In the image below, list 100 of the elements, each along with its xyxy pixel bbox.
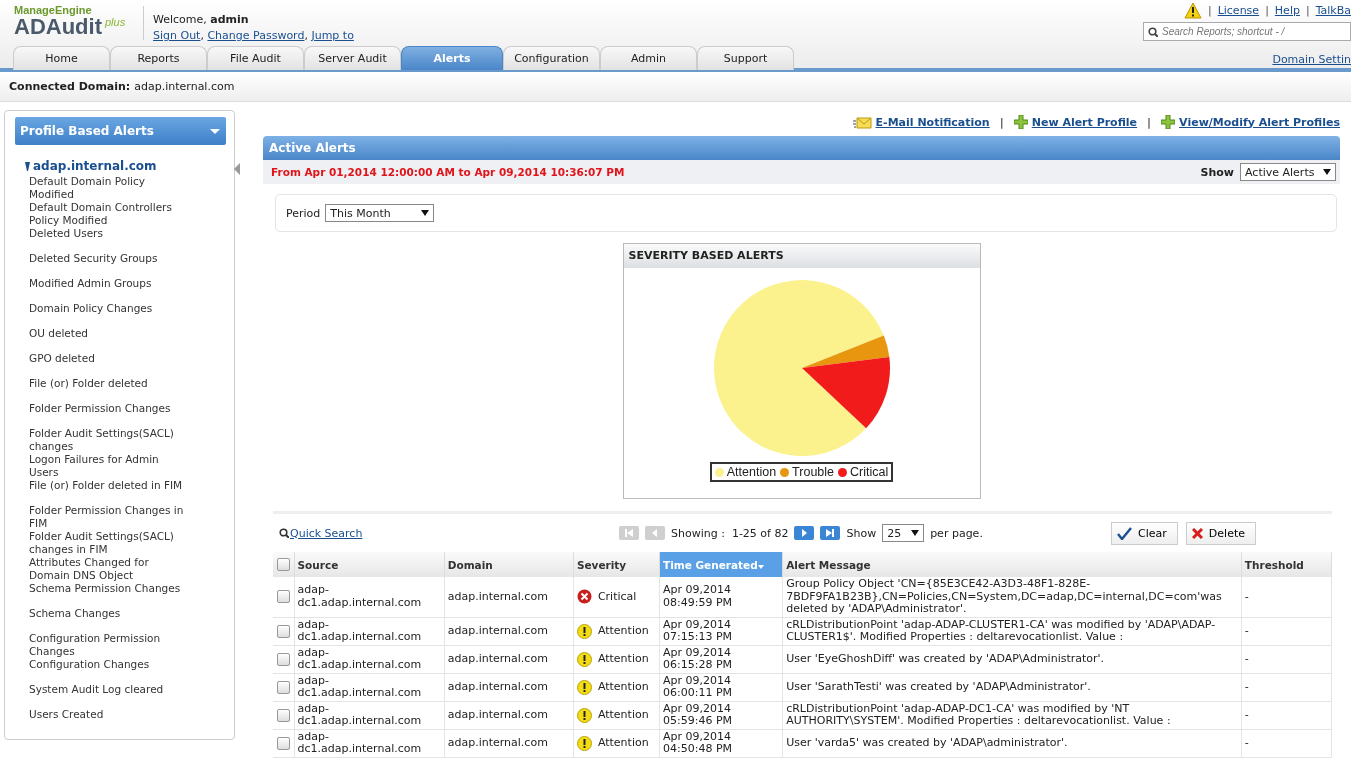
nav-tab[interactable]: Server Audit: [304, 46, 401, 70]
sidebar-item[interactable]: Folder Permission Changes: [29, 402, 189, 427]
period-label: Period: [286, 206, 321, 220]
table-cell: -: [1241, 673, 1332, 701]
sidebar-item[interactable]: Schema Changes: [29, 607, 189, 632]
table-cell: -: [1241, 577, 1332, 617]
search-icon: [279, 528, 289, 538]
period-dropdown[interactable]: This Month: [325, 204, 435, 222]
separator: |: [1265, 4, 1269, 17]
table-cell: -: [1241, 729, 1332, 757]
collapse-icon: [234, 163, 240, 175]
row-checkbox[interactable]: [276, 708, 290, 722]
sidebar-item[interactable]: File (or) Folder deleted: [29, 377, 189, 402]
dropdown-icon: [210, 128, 220, 134]
table-cell: Apr 09,2014 05:59:46 PM: [659, 701, 783, 729]
domain-settings-link[interactable]: Domain Settin: [1272, 53, 1351, 66]
last-page-button[interactable]: [820, 526, 841, 540]
select-all-checkbox[interactable]: [276, 558, 290, 572]
header-link[interactable]: TalkBa: [1315, 4, 1351, 17]
sidebar-item[interactable]: System Audit Log cleared: [29, 683, 189, 708]
clear-button[interactable]: Clear: [1111, 521, 1178, 545]
date-range: From Apr 01,2014 12:00:00 AM to Apr 09,2014 10:36:07 PM: [271, 166, 625, 178]
table-cell: Apr 09,2014 04:50:48 PM: [659, 729, 783, 757]
severity-label: Attention: [597, 736, 649, 750]
table-cell: Apr 09,2014 08:49:59 PM: [659, 577, 783, 617]
legend-label: Trouble: [792, 465, 835, 479]
nav-tab[interactable]: Support: [697, 46, 794, 70]
sidebar-item[interactable]: Modified Admin Groups: [29, 277, 189, 302]
delete-button[interactable]: Delete: [1185, 521, 1256, 545]
separator: |: [1305, 4, 1310, 17]
page-size-dropdown[interactable]: 25: [882, 524, 925, 542]
table-cell: adap.internal.com: [444, 673, 574, 701]
caret-icon: [911, 530, 920, 536]
severity-label: Critical: [597, 590, 637, 603]
mail-icon: [852, 115, 872, 129]
sidebar-item[interactable]: File (or) Folder deleted in FIM: [29, 479, 189, 504]
table-cell: cRLDistributionPoint 'adap-ADAP-DC1-CA' was modified by 'NT AUTHORITY\SYSTEM'. Modified Properties : deltarevocationlist. Value :: [782, 701, 1242, 729]
sidebar-item[interactable]: Folder Permission Changes in FIM: [29, 504, 189, 530]
exclamation-icon: [576, 623, 592, 639]
sidebar-item[interactable]: Default Domain Policy Modified: [29, 175, 189, 201]
nav-tab[interactable]: File Audit: [207, 46, 304, 70]
logo-brand: ManageEngine: [14, 4, 93, 16]
sidebar-item[interactable]: Folder Audit Settings(SACL) changes: [29, 427, 189, 453]
expanded-icon: [25, 161, 30, 171]
chart-title: SEVERITY BASED ALERTS: [623, 244, 980, 268]
tree-domain[interactable]: adap.internal.com: [33, 159, 157, 173]
row-checkbox[interactable]: [276, 736, 290, 750]
quick-search-link[interactable]: Quick Search: [290, 526, 363, 540]
first-page-button[interactable]: [619, 526, 639, 540]
severity-label: Attention: [597, 624, 649, 638]
panel-title: Active Alerts: [263, 136, 1340, 160]
nav-tab[interactable]: Reports: [110, 46, 207, 70]
sidebar-item[interactable]: Default Domain Controllers Policy Modified: [29, 201, 189, 227]
header-link[interactable]: Help: [1274, 4, 1300, 17]
nav-tab[interactable]: Configuration: [503, 46, 600, 70]
sidebar-item[interactable]: Deleted Security Groups: [29, 252, 189, 277]
table-cell: -: [1241, 701, 1332, 729]
sidebar-item[interactable]: Domain Policy Changes: [29, 302, 189, 327]
table-cell: User 'EyeGhoshDiff' was created by 'ADAP\Administrator'.: [782, 645, 1242, 673]
severity-label: Attention: [597, 652, 649, 666]
table-cell: adap.internal.com: [444, 617, 574, 645]
header-link[interactable]: License: [1217, 4, 1260, 17]
sidebar-item[interactable]: Deleted Users: [29, 227, 189, 252]
sidebar-item[interactable]: OU deleted: [29, 327, 189, 352]
next-page-button[interactable]: [794, 526, 815, 540]
sidebar-item[interactable]: Schema Permission Changes: [29, 582, 189, 607]
table-cell: Group Policy Object 'CN={85E3CE42-A3D3-48F1-828E-7BDF9FA1B23B},CN=Policies,CN=System,DC=adap,DC=internal,DC=com'was deleted by 'ADAP\Administrator'.: [782, 577, 1242, 617]
row-checkbox[interactable]: [276, 590, 290, 604]
action-link[interactable]: View/Modify Alert Profiles: [1179, 115, 1340, 129]
show-dropdown[interactable]: Active Alerts: [1240, 163, 1336, 181]
warning-icon: [1183, 2, 1202, 19]
header-link[interactable]: Jump to: [311, 29, 354, 42]
sidebar-item[interactable]: Configuration Changes: [29, 658, 189, 683]
action-link[interactable]: E-Mail Notification: [875, 115, 990, 129]
sidebar-item[interactable]: Configuration Permission Changes: [29, 632, 189, 658]
table-cell: Apr 09,2014 06:00:11 PM: [659, 673, 783, 701]
separator: |: [1207, 4, 1212, 17]
nav-tab[interactable]: Home: [13, 46, 110, 70]
previous-page-button[interactable]: [645, 526, 665, 540]
column-header[interactable]: Source: [297, 558, 339, 571]
logo-suffix: plus: [105, 16, 126, 28]
table-cell: -: [1241, 617, 1332, 645]
table-cell: adap-dc1.adap.internal.com: [294, 577, 445, 617]
row-checkbox[interactable]: [276, 680, 290, 694]
column-header[interactable]: Alert Message: [786, 558, 871, 571]
sidebar-item[interactable]: GPO deleted: [29, 352, 189, 377]
row-checkbox[interactable]: [276, 624, 290, 638]
column-header[interactable]: Domain: [447, 558, 493, 571]
table-cell: adap.internal.com: [444, 645, 574, 673]
nav-tab[interactable]: Admin: [600, 46, 697, 70]
action-link[interactable]: New Alert Profile: [1031, 115, 1138, 129]
exclamation-icon: [576, 707, 592, 723]
sidebar-item[interactable]: Logon Failures for Admin Users: [29, 453, 189, 479]
exclamation-icon: [576, 651, 592, 667]
sidebar-item[interactable]: Attributes Changed for Domain DNS Object: [29, 556, 189, 582]
sidebar-item[interactable]: Users Created: [29, 708, 189, 733]
search-field[interactable]: Search Reports; shortcut - /: [1143, 22, 1351, 41]
table-cell: adap-dc1.adap.internal.com: [294, 729, 445, 757]
row-checkbox[interactable]: [276, 652, 290, 666]
sidebar-item[interactable]: Folder Audit Settings(SACL) changes in FIM: [29, 530, 189, 556]
